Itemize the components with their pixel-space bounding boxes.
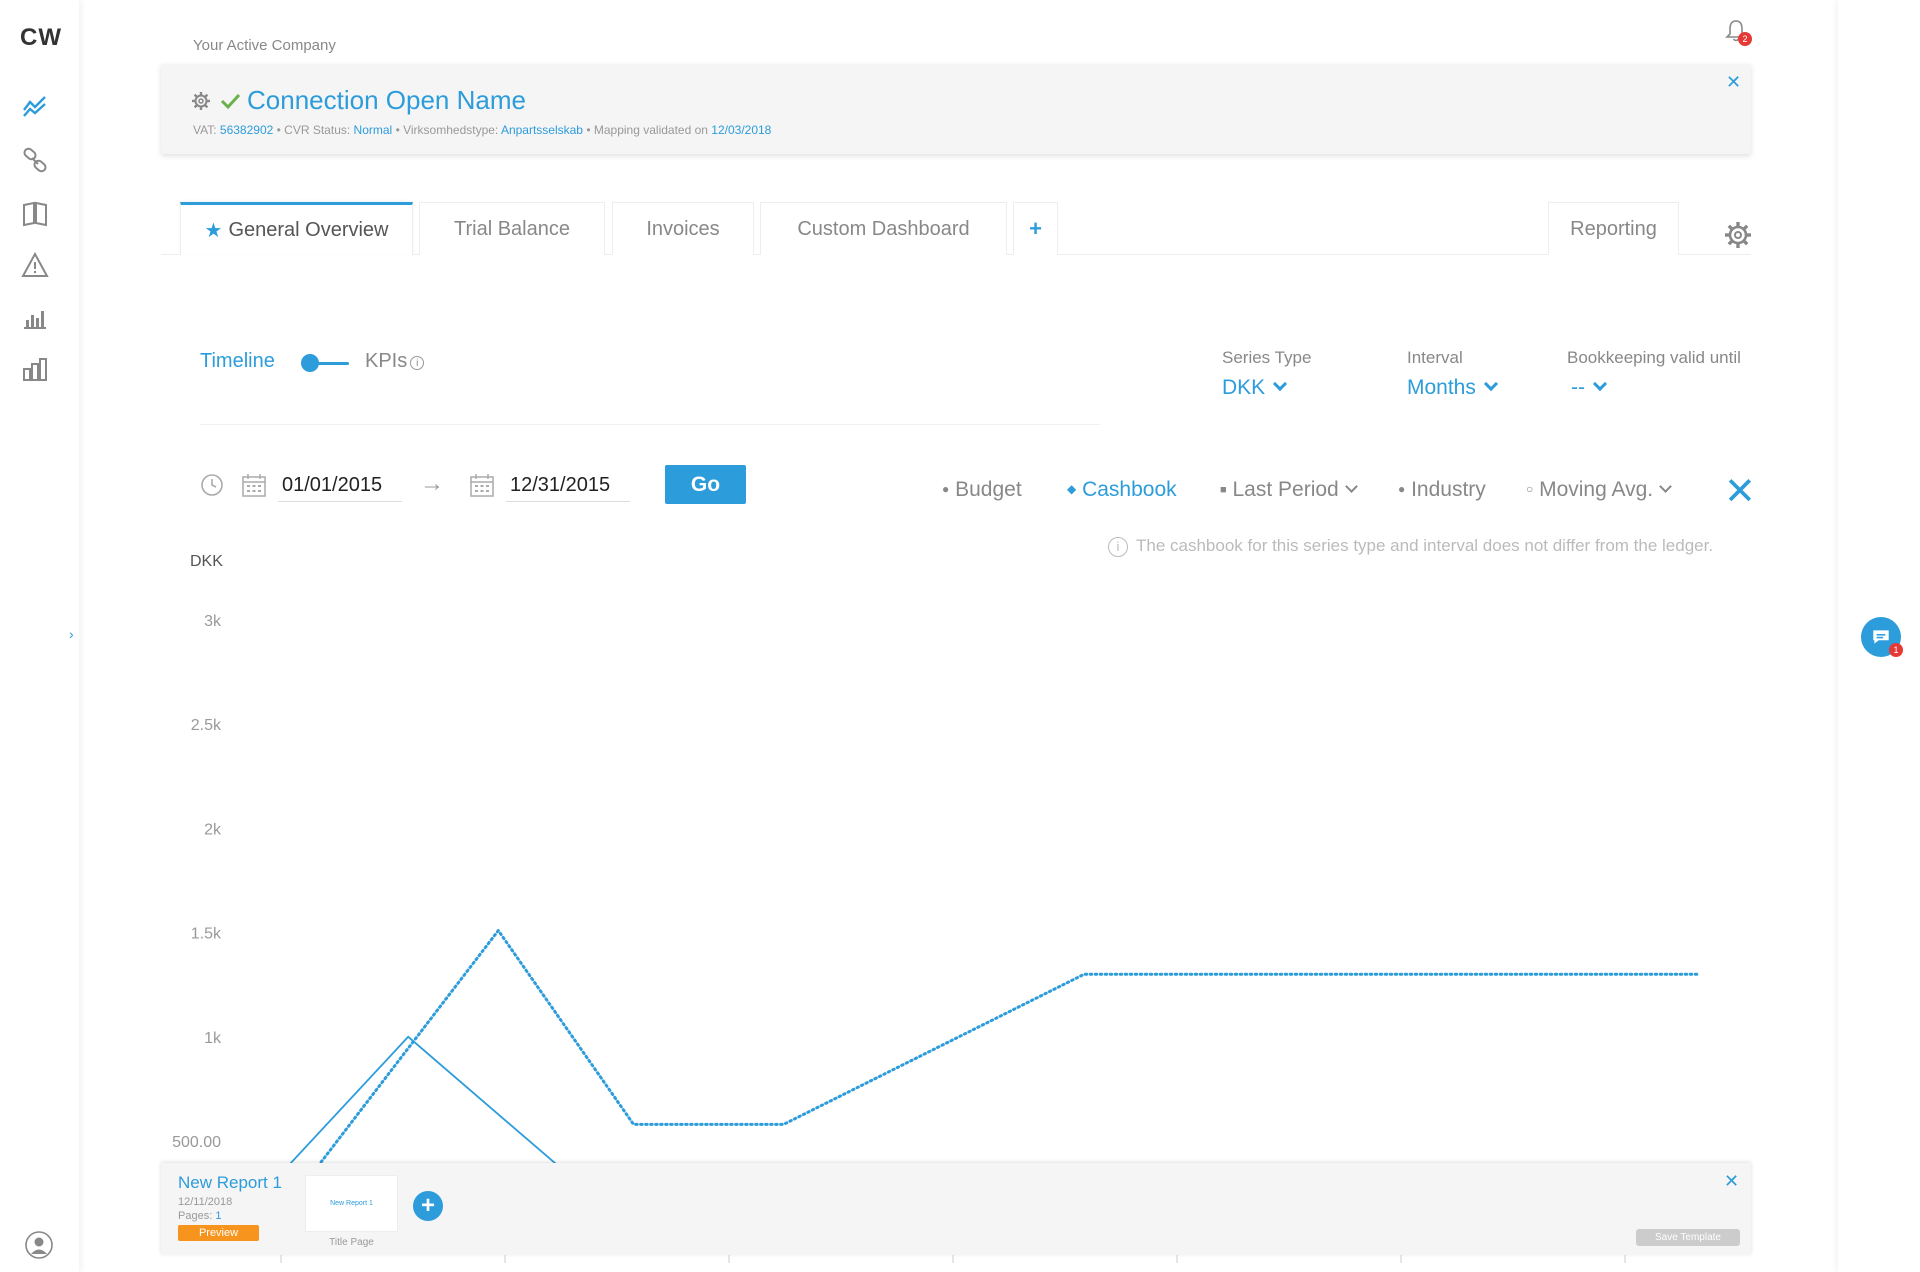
series-line-ledger xyxy=(289,1035,557,1163)
report-date: 12/11/2018 xyxy=(178,1196,233,1208)
page-thumbnail[interactable]: New Report 1 xyxy=(305,1175,398,1232)
app-root: CW › 1 2 Your Active Company Connection … xyxy=(0,0,1920,1272)
pages-value: 1 xyxy=(215,1210,222,1222)
y-tick-label: 1.5k xyxy=(191,926,222,943)
report-panel: New Report 1 12/11/2018 Pages: 1 Preview… xyxy=(161,1163,1751,1255)
thumbnail-text: New Report 1 xyxy=(330,1200,373,1207)
y-axis-label: DKK xyxy=(190,553,223,570)
y-tick-label: 2k xyxy=(204,821,222,838)
report-pages: Pages: 1 xyxy=(178,1210,221,1222)
report-close-icon[interactable]: ✕ xyxy=(1724,1171,1739,1192)
save-template-button[interactable]: Save Template xyxy=(1636,1229,1740,1246)
preview-button[interactable]: Preview xyxy=(178,1225,259,1241)
add-page-button[interactable]: + xyxy=(413,1191,443,1221)
report-title[interactable]: New Report 1 xyxy=(178,1173,282,1193)
series-line-cashbook xyxy=(318,927,1702,1163)
pages-label: Pages: xyxy=(178,1210,213,1222)
timeline-chart: DKK 500.00 1k 1.5k 2k 2.5k 3k xyxy=(172,553,1702,1263)
page-caption: Title Page xyxy=(329,1237,374,1248)
y-tick-label: 3k xyxy=(204,613,222,630)
y-tick-label: 500.00 xyxy=(172,1134,221,1151)
y-tick-label: 1k xyxy=(204,1030,222,1047)
y-tick-label: 2.5k xyxy=(191,717,222,734)
